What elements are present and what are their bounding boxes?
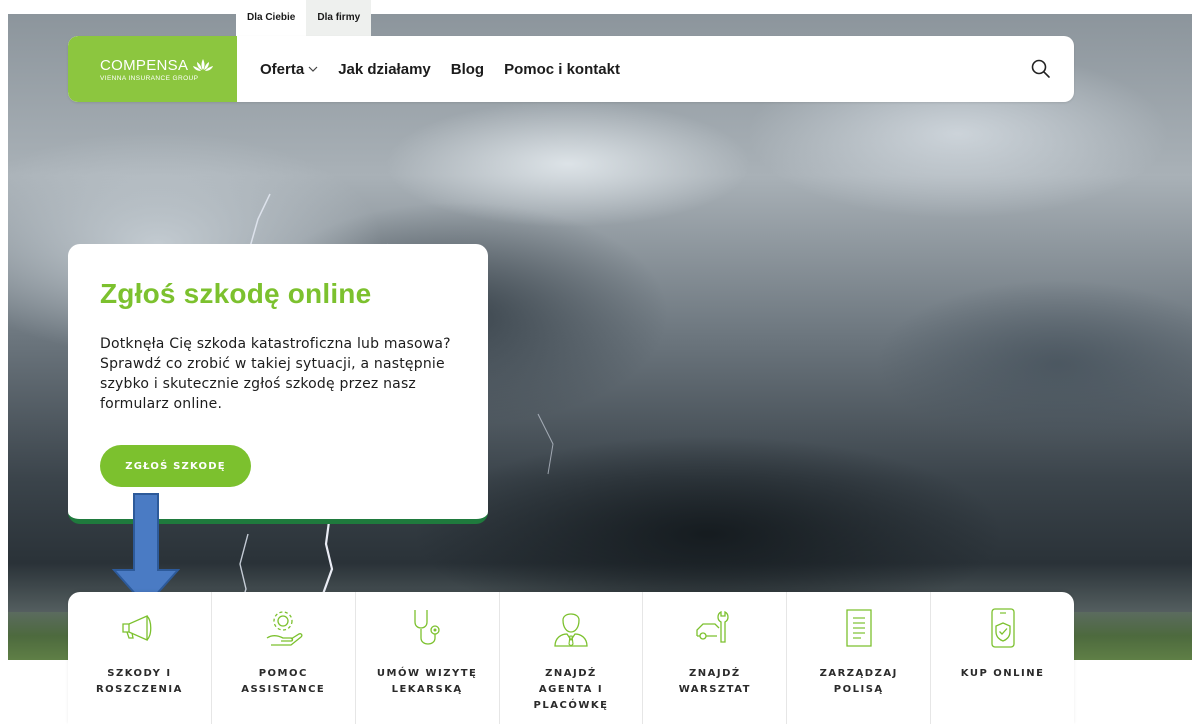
- nav-oferta-label: Oferta: [260, 60, 305, 78]
- report-claim-button[interactable]: ZGŁOŚ SZKODĘ: [100, 445, 251, 487]
- tab-dla-firmy[interactable]: Dla firmy: [306, 0, 372, 36]
- tile-label: POMOC ASSISTANCE: [241, 668, 326, 695]
- claim-title: Zgłoś szkodę online: [100, 278, 372, 309]
- lotus-icon: [193, 59, 214, 71]
- tile-znajdz-warsztat[interactable]: ZNAJDŹ WARSZTAT: [643, 592, 788, 724]
- claim-card: Zgłoś szkodę online Dotknęła Cię szkoda …: [68, 244, 488, 524]
- quick-links: SZKODY I ROSZCZENIA POMOC ASSISTANCE UMÓ…: [68, 592, 1074, 724]
- tile-kup-online[interactable]: KUP ONLINE: [931, 592, 1074, 724]
- stethoscope-icon: [414, 610, 440, 645]
- nav-oferta[interactable]: Oferta: [260, 61, 318, 78]
- tile-label: ZNAJDŹ AGENTA I PLACÓWKĘ: [533, 668, 609, 711]
- megaphone-icon: [122, 614, 152, 642]
- down-arrow-annotation: [112, 493, 180, 608]
- audience-tabs: Dla Ciebie Dla firmy: [236, 0, 372, 36]
- tile-label: KUP ONLINE: [960, 668, 1045, 679]
- main-header: COMPENSA VIENNA INSURANCE GROUP Oferta J…: [68, 36, 1074, 102]
- tile-label: ZARZĄDZAJ POLISĄ: [819, 668, 898, 695]
- tab-dla-ciebie[interactable]: Dla Ciebie: [236, 0, 307, 36]
- logo-subtitle: VIENNA INSURANCE GROUP: [100, 74, 199, 82]
- agent-icon: [554, 613, 588, 647]
- claim-description: Dotknęła Cię szkoda katastroficzna lub m…: [100, 336, 451, 412]
- nav-jak-dzialamy[interactable]: Jak działamy: [338, 61, 431, 78]
- tile-label: SZKODY I ROSZCZENIA: [95, 668, 183, 695]
- nav-pomoc-i-kontakt[interactable]: Pomoc i kontakt: [504, 61, 620, 78]
- tile-pomoc-assistance[interactable]: POMOC ASSISTANCE: [212, 592, 356, 724]
- nav-blog[interactable]: Blog: [451, 61, 484, 78]
- phone-shield-icon: [990, 608, 1015, 648]
- compensa-logo[interactable]: COMPENSA VIENNA INSURANCE GROUP: [68, 36, 237, 102]
- logo-brand: COMPENSA: [100, 56, 189, 74]
- tile-umow-wizyte-lekarska[interactable]: UMÓW WIZYTĘ LEKARSKĄ: [356, 592, 500, 724]
- car-wrench-icon: [696, 610, 729, 643]
- chevron-down-icon: [308, 66, 318, 72]
- tile-szkody-i-roszczenia[interactable]: SZKODY I ROSZCZENIA: [68, 592, 212, 724]
- tile-zarzadzaj-polisa[interactable]: ZARZĄDZAJ POLISĄ: [787, 592, 932, 724]
- document-icon: [846, 609, 872, 647]
- tile-label: ZNAJDŹ WARSZTAT: [678, 668, 752, 695]
- tile-znajdz-agenta[interactable]: ZNAJDŹ AGENTA I PLACÓWKĘ: [500, 592, 644, 724]
- tile-label: UMÓW WIZYTĘ LEKARSKĄ: [376, 668, 478, 695]
- search-icon[interactable]: [1030, 58, 1052, 80]
- main-nav: Oferta Jak działamy Blog Pomoc i kontakt: [260, 61, 620, 78]
- gear-hand-icon: [266, 611, 303, 646]
